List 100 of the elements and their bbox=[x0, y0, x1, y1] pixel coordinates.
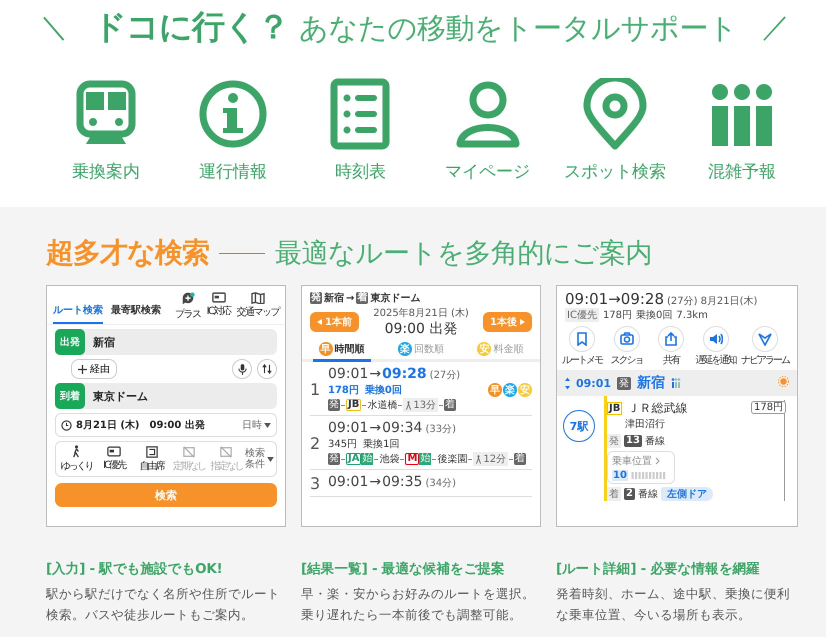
field-tag: 出発 bbox=[55, 329, 85, 355]
train-cars-icon bbox=[630, 472, 668, 479]
transfer-count: 乗換0回 bbox=[636, 308, 672, 322]
route-tag: 着 bbox=[356, 292, 368, 304]
departure-time: 09:01 bbox=[328, 420, 368, 436]
rank-badge: 安 bbox=[518, 383, 532, 397]
action-button[interactable]: 遅延を通知 bbox=[694, 326, 738, 367]
stop-count[interactable]: 7駅 bbox=[563, 410, 595, 442]
map-icon[interactable] bbox=[250, 292, 265, 304]
caret-icon bbox=[267, 456, 274, 462]
crossed-card-icon bbox=[182, 446, 195, 458]
left-triangle-icon bbox=[317, 319, 322, 325]
swap-arrows-icon bbox=[262, 364, 272, 374]
route-result[interactable]: 2 09:01→09:34 (33分) 345円 乗換1回 発 JA 始 池袋 M 始 後楽園 12分 着 bbox=[310, 416, 532, 470]
walk-time: 12分 bbox=[473, 452, 508, 466]
transfer-count: 乗換0回 bbox=[364, 384, 402, 397]
bookmark-icon bbox=[575, 332, 589, 346]
arrival-field[interactable]: 到着 東京ドーム bbox=[55, 383, 277, 409]
mic-button[interactable] bbox=[232, 359, 252, 379]
chat-plus-icon[interactable] bbox=[180, 292, 195, 306]
plus-icon bbox=[78, 364, 87, 374]
action-button[interactable]: ナビアラーム bbox=[738, 326, 792, 367]
sort-badge: 安 bbox=[477, 342, 492, 356]
route-tag: 着 bbox=[607, 487, 621, 501]
departure-time: 09:01 bbox=[328, 366, 368, 382]
date-menu[interactable]: 日時 bbox=[242, 418, 271, 432]
caption-text: 発着時刻、ホーム、途中駅、乗換に便利な乗車位置、今いる場所も表示。 bbox=[556, 585, 791, 624]
arrow-text: → bbox=[369, 420, 382, 436]
travel-date: 8月21日(木) bbox=[700, 294, 758, 308]
caret-icon bbox=[264, 422, 271, 428]
swap-button[interactable] bbox=[257, 359, 277, 379]
line-badge: JB bbox=[346, 399, 362, 411]
track-number: 13 bbox=[624, 435, 642, 447]
date-time-field[interactable]: 8月21日 (木) 09:00 出発 日時 bbox=[55, 413, 277, 437]
tool-label[interactable]: プラス bbox=[175, 307, 201, 321]
route-tag: 着 bbox=[444, 399, 456, 411]
caption-text: 早・楽・安からお好みのルートを選択。乗り遅れたら一本前後でも調整可能。 bbox=[301, 585, 536, 624]
tool-label[interactable]: IC対応 bbox=[206, 304, 230, 318]
action-button[interactable]: ルートメモ bbox=[560, 326, 604, 367]
date-time-text: 8月21日 (木) 09:00 出発 bbox=[76, 418, 206, 432]
tab[interactable]: 最寄駅検索 bbox=[111, 303, 161, 324]
search-date: 2025年8月21日 (木) bbox=[373, 306, 469, 320]
station-name: 後楽園 bbox=[437, 453, 468, 466]
route-tag: 発 bbox=[607, 434, 621, 448]
slash-mark: ＼ bbox=[40, 9, 68, 45]
action-button[interactable]: スクショ bbox=[604, 326, 648, 367]
caption-title: [結果一覧] - 最適な候補をご提案 bbox=[301, 560, 506, 578]
field-tag: 到着 bbox=[55, 383, 85, 409]
route-tag: 着 bbox=[514, 453, 526, 465]
via-button[interactable]: 経由 bbox=[71, 359, 117, 379]
conditions-menu[interactable]: 検索条件 bbox=[245, 448, 274, 470]
walking-person-icon bbox=[405, 400, 412, 410]
departure-field[interactable]: 出発 新宿 bbox=[55, 329, 277, 355]
sort-tab[interactable]: 早 時間順 bbox=[312, 341, 371, 362]
card-icon bbox=[107, 446, 122, 457]
walk-time: 13分 bbox=[403, 398, 438, 412]
right-triangle-icon bbox=[520, 319, 525, 325]
chevron-icon bbox=[655, 457, 660, 465]
sun-icon bbox=[778, 376, 789, 387]
first-train-tag: 始 bbox=[419, 453, 432, 465]
slash-mark: ／ bbox=[762, 9, 790, 45]
first-train-tag: 始 bbox=[361, 453, 374, 465]
walking-person-icon bbox=[475, 454, 482, 464]
camera-icon bbox=[620, 332, 634, 346]
track-number: 2 bbox=[624, 488, 635, 500]
fare: 178円 bbox=[602, 309, 632, 322]
option-button[interactable]: 自由席 bbox=[132, 446, 170, 472]
field-value: 東京ドーム bbox=[93, 388, 148, 404]
mic-icon bbox=[238, 364, 246, 374]
duration: (34分) bbox=[425, 477, 456, 490]
route-tag: 発 bbox=[328, 453, 340, 465]
line-name: ＪＲ総武線 bbox=[627, 400, 688, 417]
route-tag: 発 bbox=[617, 376, 632, 390]
route-result[interactable]: 3 09:01→09:35 (34分) bbox=[310, 470, 532, 497]
tab[interactable]: ルート検索 bbox=[53, 303, 103, 324]
arrow-text: → bbox=[369, 474, 382, 490]
card-icon[interactable] bbox=[212, 292, 226, 303]
option-button[interactable]: ゆっくり bbox=[58, 445, 96, 473]
boarding-position-card[interactable]: 乗車位置 10 bbox=[607, 451, 675, 484]
search-time: 09:00 出発 bbox=[384, 320, 458, 338]
sort-badge: 楽 bbox=[398, 342, 412, 356]
station-name: 池袋 bbox=[379, 452, 400, 466]
info-icon[interactable] bbox=[197, 78, 270, 150]
speaker-icon bbox=[708, 332, 722, 346]
action-button[interactable]: 共有 bbox=[649, 326, 693, 367]
track-label: 番線 bbox=[644, 434, 665, 448]
option-button[interactable]: IC優先 bbox=[95, 446, 133, 472]
caption-title: [入力] - 駅でも施設でもOK! bbox=[46, 560, 224, 578]
transfer-count: 乗換1回 bbox=[363, 438, 400, 451]
arrival-time: 09:35 bbox=[382, 474, 422, 490]
seat-icon bbox=[146, 446, 158, 458]
rank-badge: 早 bbox=[488, 383, 502, 397]
direction: 津田沼行 bbox=[624, 418, 666, 431]
clock-icon bbox=[61, 420, 72, 430]
position-label: 乗車位置 bbox=[612, 454, 652, 468]
distance: 7.3km bbox=[676, 310, 708, 320]
tool-label[interactable]: 交通マップ bbox=[236, 305, 279, 319]
route-result[interactable]: 1 09:01→09:28 (27分) 178円 乗換0回 早 楽 安 発 JB 水道橋 13分 着 bbox=[310, 362, 532, 416]
station-row[interactable]: 09:01 発 新宿 bbox=[557, 370, 797, 396]
duration: (33分) bbox=[425, 423, 456, 436]
